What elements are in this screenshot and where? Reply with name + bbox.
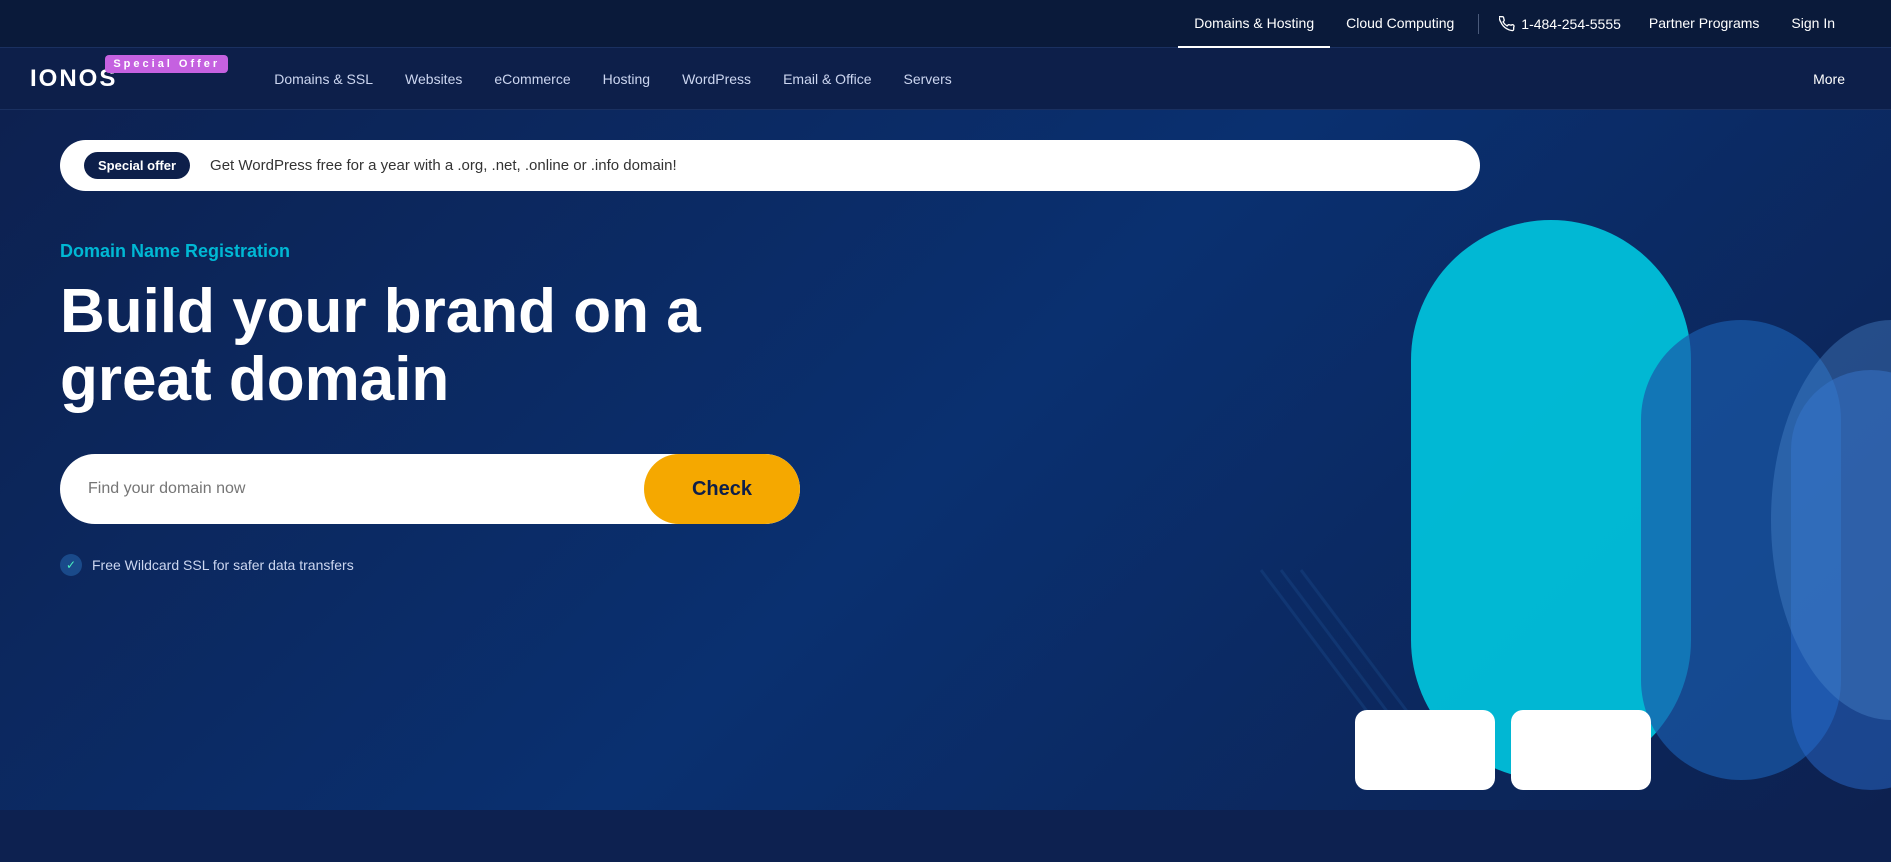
- hero-section: Special offer Get WordPress free for a y…: [0, 110, 1891, 810]
- offer-tag: Special offer: [84, 152, 190, 179]
- nav-item-hosting[interactable]: Hosting: [587, 48, 666, 110]
- bottom-card-1: [1355, 710, 1495, 790]
- nav-item-wordpress[interactable]: WordPress: [666, 48, 767, 110]
- top-bar-cloud-computing[interactable]: Cloud Computing: [1330, 0, 1470, 48]
- nav-items: Domains & SSL Websites eCommerce Hosting…: [258, 48, 1861, 110]
- top-bar: Domains & Hosting Cloud Computing 1-484-…: [0, 0, 1891, 48]
- offer-text: Get WordPress free for a year with a .or…: [210, 157, 677, 174]
- ssl-badge: ✓ Free Wildcard SSL for safer data trans…: [60, 554, 860, 576]
- nav-item-servers[interactable]: Servers: [888, 48, 968, 110]
- hero-title: Build your brand on a great domain: [60, 278, 860, 414]
- bottom-cards: [1355, 710, 1651, 790]
- bottom-card-2: [1511, 710, 1651, 790]
- top-bar-divider: [1478, 14, 1479, 34]
- check-circle-icon: ✓: [60, 554, 82, 576]
- nav-item-email-office[interactable]: Email & Office: [767, 48, 887, 110]
- nav-item-ecommerce[interactable]: eCommerce: [478, 48, 586, 110]
- top-bar-signin[interactable]: Sign In: [1775, 0, 1851, 48]
- domain-search-button[interactable]: Check: [644, 454, 800, 524]
- top-bar-domains-hosting[interactable]: Domains & Hosting: [1178, 0, 1330, 48]
- top-bar-phone: 1-484-254-5555: [1487, 16, 1633, 32]
- domain-search-input[interactable]: [60, 454, 644, 524]
- domain-search-bar: Check: [60, 454, 800, 524]
- nav-item-domains-ssl[interactable]: Domains & SSL: [258, 48, 389, 110]
- nav-item-websites[interactable]: Websites: [389, 48, 478, 110]
- phone-icon: [1499, 16, 1515, 32]
- top-bar-partner[interactable]: Partner Programs: [1633, 0, 1775, 48]
- ssl-text: Free Wildcard SSL for safer data transfe…: [92, 557, 354, 573]
- special-offer-banner: Special offer Get WordPress free for a y…: [60, 140, 1480, 191]
- nav-special-offer-badge: Special Offer: [105, 55, 228, 73]
- logo[interactable]: IONOS Special Offer: [30, 65, 228, 93]
- top-bar-links: Domains & Hosting Cloud Computing 1-484-…: [1178, 0, 1851, 48]
- phone-number: 1-484-254-5555: [1521, 16, 1621, 32]
- hero-content: Domain Name Registration Build your bran…: [60, 241, 860, 576]
- nav-item-more[interactable]: More: [1797, 48, 1861, 110]
- hero-subtitle: Domain Name Registration: [60, 241, 860, 262]
- main-nav: IONOS Special Offer Domains & SSL Websit…: [0, 48, 1891, 110]
- logo-text: IONOS: [30, 65, 117, 93]
